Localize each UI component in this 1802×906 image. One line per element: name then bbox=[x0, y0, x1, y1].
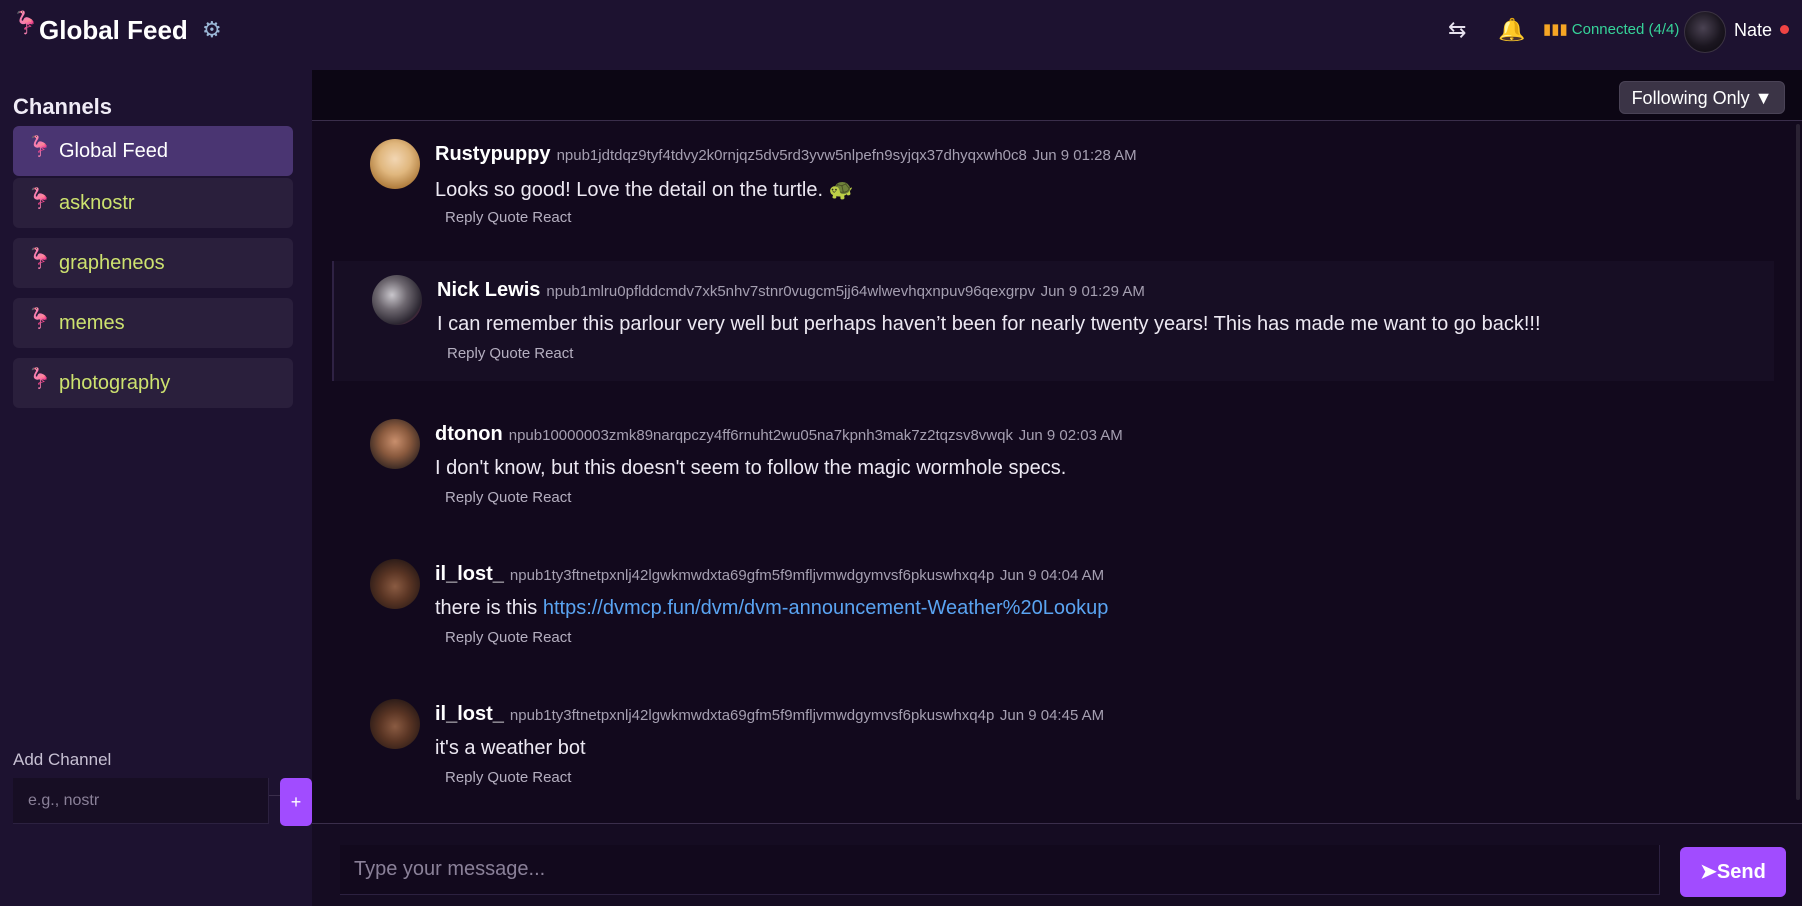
send-button[interactable]: ➤Send bbox=[1680, 847, 1786, 897]
author-name[interactable]: Rustypuppy bbox=[435, 143, 551, 165]
sidebar-title: Channels bbox=[13, 94, 113, 119]
author-npub: npub10000003zmk89narqpczy4ff6rnuht2wu05n… bbox=[508, 427, 1013, 444]
sidebar-item-label: photography bbox=[59, 372, 171, 394]
gear-icon[interactable]: ⚙ bbox=[202, 17, 222, 43]
message-link[interactable]: https://dvmcp.fun/dvm/dvm-announcement-W… bbox=[543, 597, 1109, 619]
react-button[interactable]: React bbox=[534, 345, 573, 362]
quote-button[interactable]: Quote bbox=[487, 769, 528, 786]
message-item: Nick Lewis npub1mlru0pflddcmdv7xk5nhv7stn… bbox=[332, 261, 1774, 381]
message-actions: Reply Quote React bbox=[445, 629, 575, 646]
connection-status-text: Connected (4/4) bbox=[1571, 21, 1680, 38]
quote-button[interactable]: Quote bbox=[487, 629, 528, 646]
author-npub: npub1ty3ftnetpxnlj42lgwkmwdxta69gfm5f9mf… bbox=[509, 567, 995, 584]
signal-icon: ▮▮▮ bbox=[1543, 21, 1568, 38]
message-author[interactable]: dtonon npub10000003zmk89narqpczy4ff6rnuht… bbox=[435, 423, 1123, 446]
author-name[interactable]: il_lost_ bbox=[435, 703, 504, 725]
message-text: I can remember this parlour very well bu… bbox=[437, 313, 1541, 335]
message-text: Looks so good! Love the detail on the tu… bbox=[435, 179, 854, 201]
message-timestamp: Jun 9 04:45 AM bbox=[999, 707, 1105, 724]
message-actions: Reply Quote React bbox=[445, 769, 575, 786]
sidebar-item-label: memes bbox=[59, 312, 125, 334]
reply-button[interactable]: Reply bbox=[445, 629, 483, 646]
react-button[interactable]: React bbox=[532, 629, 571, 646]
stork-icon: 🦩 bbox=[27, 188, 52, 210]
message-timestamp: Jun 9 01:29 AM bbox=[1040, 283, 1145, 300]
sidebar-item-asknostr[interactable]: 🦩 asknostr bbox=[13, 178, 293, 228]
author-name[interactable]: il_lost_ bbox=[435, 563, 504, 585]
message-author[interactable]: Rustypuppy npub1jdtdqz9tyf4tdvy2k0rnjqz5d… bbox=[435, 143, 1137, 166]
avatar[interactable] bbox=[372, 275, 422, 325]
quote-button[interactable]: Quote bbox=[487, 209, 528, 226]
message-text: it's a weather bot bbox=[435, 737, 586, 759]
add-channel-button[interactable]: + bbox=[280, 778, 312, 826]
reply-button[interactable]: Reply bbox=[445, 489, 483, 506]
message-actions: Reply Quote React bbox=[447, 345, 577, 362]
author-name[interactable]: dtonon bbox=[435, 423, 503, 445]
message-item: dtonon npub10000003zmk89narqpczy4ff6rnuht… bbox=[332, 401, 1772, 521]
status-dot bbox=[1780, 25, 1789, 34]
reply-button[interactable]: Reply bbox=[445, 769, 483, 786]
user-name[interactable]: Nate bbox=[1734, 20, 1772, 41]
quote-button[interactable]: Quote bbox=[487, 489, 528, 506]
avatar[interactable] bbox=[370, 419, 420, 469]
sidebar-item-photography[interactable]: 🦩 photography bbox=[13, 358, 293, 408]
message-item: il_lost_ npub1ty3ftnetpxnlj42lgwkmwdxta69… bbox=[332, 541, 1772, 661]
sidebar-item-grapheneos[interactable]: 🦩 grapheneos bbox=[13, 238, 293, 288]
sidebar-item-global-feed[interactable]: 🦩 Global Feed bbox=[13, 126, 293, 176]
feed-toolbar bbox=[312, 70, 1802, 120]
page-title: Global Feed bbox=[39, 15, 188, 45]
sidebar-item-memes[interactable]: 🦩 memes bbox=[13, 298, 293, 348]
message-author[interactable]: il_lost_ npub1ty3ftnetpxnlj42lgwkmwdxta69… bbox=[435, 563, 1104, 586]
divider bbox=[312, 823, 1802, 824]
quote-button[interactable]: Quote bbox=[489, 345, 530, 362]
message-feed[interactable]: Rustypuppy npub1jdtdqz9tyf4tdvy2k0rnjqz5d… bbox=[312, 121, 1802, 824]
message-timestamp: Jun 9 01:28 AM bbox=[1032, 147, 1137, 164]
message-input[interactable] bbox=[340, 845, 1660, 895]
message-timestamp: Jun 9 04:04 AM bbox=[999, 567, 1105, 584]
message-text: I don't know, but this doesn't seem to f… bbox=[435, 457, 1067, 479]
connection-status: ▮▮▮ Connected (4/4) bbox=[1543, 20, 1679, 38]
reply-button[interactable]: Reply bbox=[445, 209, 483, 226]
message-item: Rustypuppy npub1jdtdqz9tyf4tdvy2k0rnjqz5d… bbox=[332, 121, 1772, 241]
react-button[interactable]: React bbox=[532, 209, 571, 226]
message-text-content: there is this bbox=[435, 597, 543, 619]
stork-icon: 🦩 bbox=[27, 308, 52, 330]
sidebar-item-label: grapheneos bbox=[59, 252, 165, 274]
bell-icon[interactable]: 🔔 bbox=[1498, 17, 1525, 43]
avatar[interactable] bbox=[370, 559, 420, 609]
message-author[interactable]: Nick Lewis npub1mlru0pflddcmdv7xk5nhv7stn… bbox=[437, 279, 1145, 302]
message-actions: Reply Quote React bbox=[445, 489, 575, 506]
react-button[interactable]: React bbox=[532, 489, 571, 506]
stork-icon: 🦩 bbox=[27, 248, 52, 270]
avatar[interactable] bbox=[370, 139, 420, 189]
top-header: 🦩 Global Feed ⚙ ⇆ 🔔 ▮▮▮ Connected (4/4) N… bbox=[0, 0, 1802, 70]
author-npub: npub1jdtdqz9tyf4tdvy2k0rnjqz5dv5rd3yvw5n… bbox=[556, 147, 1027, 164]
feed-scrollbar[interactable] bbox=[1796, 124, 1800, 800]
author-npub: npub1ty3ftnetpxnlj42lgwkmwdxta69gfm5f9mf… bbox=[509, 707, 995, 724]
author-npub: npub1mlru0pflddcmdv7xk5nhv7stnr0vugcm5jj… bbox=[546, 283, 1036, 300]
swap-icon[interactable]: ⇆ bbox=[1448, 17, 1466, 43]
avatar[interactable] bbox=[1684, 11, 1726, 53]
sidebar-item-label: Global Feed bbox=[59, 140, 168, 162]
react-button[interactable]: React bbox=[532, 769, 571, 786]
following-filter-dropdown[interactable]: Following Only ▼ bbox=[1619, 81, 1785, 114]
message-item: il_lost_ npub1ty3ftnetpxnlj42lgwkmwdxta69… bbox=[332, 681, 1772, 801]
stork-icon: 🦩 bbox=[27, 136, 52, 158]
message-timestamp: Jun 9 02:03 AM bbox=[1018, 427, 1123, 444]
stork-icon: 🦩 bbox=[12, 10, 40, 35]
stork-icon: 🦩 bbox=[27, 368, 52, 390]
message-text: there is this https://dvmcp.fun/dvm/dvm-… bbox=[435, 597, 1108, 620]
add-channel-label: Add Channel bbox=[13, 750, 112, 769]
add-channel-input[interactable] bbox=[13, 778, 269, 824]
message-author[interactable]: il_lost_ npub1ty3ftnetpxnlj42lgwkmwdxta69… bbox=[435, 703, 1104, 726]
sidebar-item-label: asknostr bbox=[59, 192, 135, 214]
message-actions: Reply Quote React bbox=[445, 209, 575, 226]
reply-button[interactable]: Reply bbox=[447, 345, 485, 362]
author-name[interactable]: Nick Lewis bbox=[437, 279, 540, 301]
avatar[interactable] bbox=[370, 699, 420, 749]
